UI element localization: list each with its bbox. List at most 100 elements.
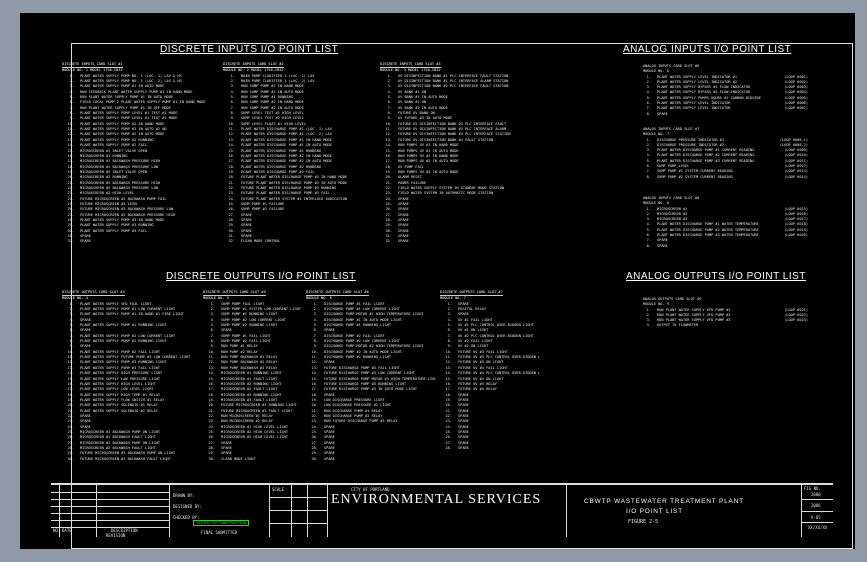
list-item: 4. OUTPUT TO FLOWMETER [643, 323, 808, 328]
item-label: MICROSCREEN #2 FAULT LIGHT [221, 387, 278, 392]
item-label: FUTURE UV #3 RELAY [458, 381, 497, 386]
item-label: RUN PLANT WATER SUPPLY VFD PUMP #3 [657, 318, 731, 323]
item-label: SUMP PUMP #1 FAILURE [241, 201, 285, 206]
item-label: PLANT WATER SUPPLY PUMP #2 IN HAND MODE [80, 121, 165, 126]
item-label: MICROSCREEN #2 RUNNING LIGHT [221, 381, 282, 386]
item-label: RUN PUMP BACKWASH #3 RELAY [221, 365, 278, 370]
item-label: UV DISINFECTION BANK #1 PLC INTERFACE AL… [398, 79, 509, 84]
item-number: 4. [646, 323, 651, 328]
item-label: SPARE [80, 344, 91, 349]
item-label: SPARE [221, 451, 232, 456]
do-column: DISCRETE OUTPUTS CARD SLOT #5 MODULE NO. … [203, 290, 303, 462]
item-label: SUMP PUMP FAIL LIGHT [221, 301, 265, 306]
item-label: SPARE [80, 328, 91, 333]
item-label: UV BANK #1 ON [398, 89, 427, 94]
item-label: POSITAL RELAY [458, 307, 487, 312]
item-label: FIELD WATER SYSTEM IN AUTOMATIC MODE STA… [398, 191, 494, 196]
item-label: PLANT WATER DISCHARGE PUMP #2 IN AUTO MO… [241, 159, 332, 164]
item-label: PLANT WATER SUPPLY PUMP #1 LOW CURRENT L… [80, 307, 176, 312]
item-label: SUMP PUMP #2 SYSTEM CURRENT READING [657, 174, 733, 179]
item-label: UV DISINFECTION BANK #2 PLC INTERFACE FA… [398, 84, 509, 89]
do-header-text: MODULE NO. 5 [203, 296, 229, 301]
item-label: PLANT WATER SUPPLY LOW LEVEL LIGHT [80, 387, 154, 392]
item-label: MICROSCREEN #1 BACKWASH PRESSURE LOW [80, 164, 158, 169]
item-label: PLANT WATER DISCHARGE PUMP #2 IN HAND MO… [241, 153, 332, 158]
item-label: FUTURE DISCHARGE PUMP #3 FAIL LIGHT [324, 365, 400, 370]
item-label: MICROSCREEN #1 INLET VALVE OPEN [80, 148, 148, 153]
item-label: RUN PUMPS UV #1 IN HAND MODE [398, 143, 459, 148]
list-item: 26. MICROSCREEN #3 HIGH LEVEL LIGHT [203, 435, 303, 440]
item-label: LOW DISCHARGE PRESSURE #2 LIGHT [324, 403, 392, 408]
item-label: PLANT WATER SUPPLY SOLENOID #1 RELAY [80, 403, 158, 408]
item-label: ALARM RESET [398, 175, 422, 180]
di-header-text: MODULE NO. 1 MODEL 1756-IB32 [62, 68, 123, 73]
tb-project: CBWTP WASTEWATER TREATMENT PLANT [584, 498, 744, 505]
item-label: PLANT WATER SUPPLY LEVEL INDICATOR #2 [657, 79, 738, 84]
item-label: SUMP PUMP #1 SYSTEM CURRENT READING [657, 169, 733, 174]
list-item: 30. SPARE [306, 457, 436, 462]
item-label: SPARE [324, 392, 335, 397]
item-label: RUN FUTURE DISCHARGE PUMP #3 RELAY [324, 419, 398, 424]
tb-right-1: FIG NO. [804, 486, 821, 491]
tb-date: DATE [62, 528, 72, 533]
ao-column: ANALOG OUTPUTS CARD SLOT #9 MODULE NO. 91… [643, 297, 808, 329]
item-label: SPARE [398, 234, 409, 238]
item-label: PLANT WATER DISCHARGE PUMP #1 (LOC. 1) L… [241, 127, 332, 132]
tb-green-stamp: ISSUED FOR CONSTRUCTION [193, 520, 249, 526]
item-label: PLANT WATER SUPPLY PUMP #3 IN HAND MODE [80, 217, 165, 222]
item-label: RUN PLANT WATER SUPPLY PUMP #1 IN OFF MO… [80, 105, 171, 110]
item-label: MICROSCREEN #1 BACKWASH PRESSURE HIGH [80, 159, 161, 164]
item-label: MICROSCREEN #2 RUNNING [80, 175, 128, 180]
item-label: FUTURE UV #3 ON LIGHT [458, 360, 504, 365]
item-label: SPARE [458, 312, 469, 317]
item-label: FUTURE DISCHARGE PUMP #3 RUNNING LIGHT [324, 381, 407, 386]
item-label: MICROSCREEN #2 INLET VALVE OPEN [80, 169, 148, 174]
item-label: SPARE [657, 243, 668, 248]
item-label: PLANT WATER DISCHARGE PUMP #1 CURRENT RE… [657, 148, 755, 153]
item-label: SUMP PUMP LEVEL [657, 164, 690, 169]
list-item: 30. CLEAN MODE LIGHT [203, 457, 303, 462]
item-label: SPARE [241, 234, 252, 238]
item-label: MICROSCREEN #1 HIGH LEVEL LIGHT [221, 424, 289, 429]
item-label: SPARE [241, 212, 252, 217]
tb-right-5: XX/XX/XX [808, 525, 828, 530]
list-item: 28. SPARE [440, 446, 540, 451]
item-label: MICROSCREEN #1 RUNNING LIGHT [221, 371, 282, 376]
item-label: FUTURE MICROSCREEN #3 LEVEL [80, 201, 139, 206]
item-label: DISCHARGE PRESSURE INDICATOR #1 [657, 137, 725, 142]
item-label: SPARE [324, 456, 335, 461]
item-label: SPARE [458, 424, 469, 429]
item-label: MICROSCREEN #2 HIGH LEVEL LIGHT [221, 429, 289, 434]
item-label: FUTURE MICROSCREEN #3 FAULT LIGHT [221, 408, 293, 413]
item-label: DISCHARGE PUMP #2 FAIL LIGHT [324, 333, 385, 338]
item-number: 30. [311, 456, 319, 461]
item-label: SPARE [221, 445, 232, 450]
list-item: 30. FUTURE MICROSCREEN #3 BACKWASH FAULT … [62, 457, 200, 462]
ai-column: ANALOG INPUTS CARD SLOT #8 MODULE NO. 8 1.… [643, 196, 808, 249]
item-label: RUN PLANT WATER SUPPLY VFD PUMP #1 [657, 307, 731, 312]
item-label: SPARE [398, 207, 409, 212]
item-label: RUN PUMPS UV #3 IN AUTO MODE [398, 169, 459, 174]
item-label: DISCHARGE PUMP #2 RUNNING LIGHT [324, 355, 392, 360]
item-label: RUN MICROSCREEN #2 RELAY [221, 419, 273, 424]
item-label: PLANT WATER SUPPLY PUMPS HOURS #1 CARBON… [657, 95, 761, 100]
item-label: SUMP PUMP #1 RUNNING LIGHT [221, 312, 278, 317]
tb-right-4: X-05 [811, 515, 821, 520]
item-label: PLANT WATER SUPPLY PUMP #1 RUNNING LIGHT [80, 323, 167, 328]
item-label: PLANT WATER SUPPLY PUMP #2 RUNNING LIGHT [80, 339, 167, 344]
item-label: SPARE [80, 234, 91, 238]
item-label: UV #1 PLC CONTROL OVER-RIDDEN LIGHT [458, 323, 534, 328]
item-label: SUMP LEVEL TEST #1 HIGH LEVEL [241, 111, 304, 116]
item-label: SPARE [241, 217, 252, 222]
list-item: 32. SPARE [62, 239, 210, 244]
item-label: PLANT WATER SUPPLY PUMP #2 IN AUTO MODE [80, 132, 165, 137]
item-label: PLANT WATER SUPPLY HIGH PRESSURE LIGHT [80, 371, 163, 376]
item-label: MICROSCREEN #1 RUNNING [80, 153, 128, 158]
item-label: FUTURE MICROSCREEN #3 BACKWASH PUMP FAIL [80, 196, 167, 201]
item-label: DISCHARGE PUMP #2 IN AUTO MODE LIGHT [324, 349, 402, 354]
item-label: MAIN PUMP CLARIFIER 1 (LOC. 1) LAV [241, 73, 315, 78]
item-label: PLANT WATER SUPPLY PUMP NO. 1 (LOC. 2) L… [80, 79, 182, 84]
item-label: PLANT WATER SUPPLY PUMP NO. 1 (LOC. 1) L… [80, 73, 182, 78]
item-label: PLANT WATER DISCHARGE PUMP #3 CURRENT RE… [657, 158, 755, 163]
tb-right-3: 2006 [811, 503, 821, 508]
